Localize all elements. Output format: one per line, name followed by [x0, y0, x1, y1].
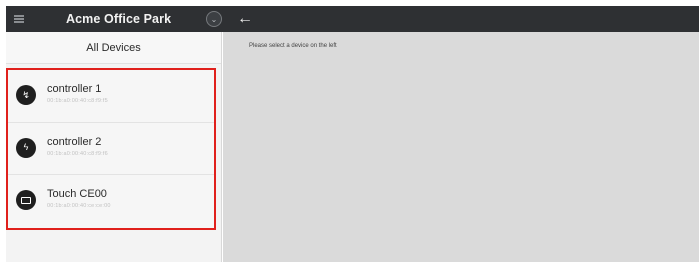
list-item[interactable]: ϟ controller 2 00:1b:a0:00:40:c8:f9:f6 — [8, 122, 214, 176]
device-mac: 00:1b:a0:00:40:c8:f9:f5 — [47, 98, 108, 104]
device-mac: 00:1b:a0:00:40:c8:f9:f6 — [47, 150, 108, 157]
arrow-left-icon[interactable]: ← — [234, 6, 256, 32]
main-content: Please select a device on the left — [223, 32, 699, 262]
device-list: ↯ controller 1 00:1b:a0:00:40:c8:f9:f5 ϟ… — [6, 68, 216, 230]
hamburger-menu-icon[interactable] — [6, 6, 32, 32]
list-item[interactable]: Touch CE00 00:1b:a0:00:40:ce:ce:00 — [8, 175, 214, 228]
device-name: Touch CE00 — [47, 188, 107, 201]
device-name: controller 2 — [47, 135, 102, 148]
chevron-down-icon[interactable]: ⌄ — [206, 11, 222, 27]
power-icon: ↯ — [16, 85, 36, 105]
device-name: controller 1 — [47, 83, 102, 95]
top-bar: Acme Office Park ⌄ ← — [6, 6, 699, 32]
empty-state-message: Please select a device on the left — [249, 43, 337, 49]
site-title: Acme Office Park — [66, 12, 172, 26]
panel-title: All Devices — [6, 32, 221, 64]
power-icon: ϟ — [16, 137, 36, 158]
touch-panel-icon — [16, 190, 36, 211]
app-window: Acme Office Park ⌄ ← All Devices ↯ contr… — [0, 0, 699, 262]
list-item[interactable]: ↯ controller 1 00:1b:a0:00:40:c8:f9:f5 — [8, 70, 214, 123]
device-mac: 00:1b:a0:00:40:ce:ce:00 — [47, 203, 111, 210]
